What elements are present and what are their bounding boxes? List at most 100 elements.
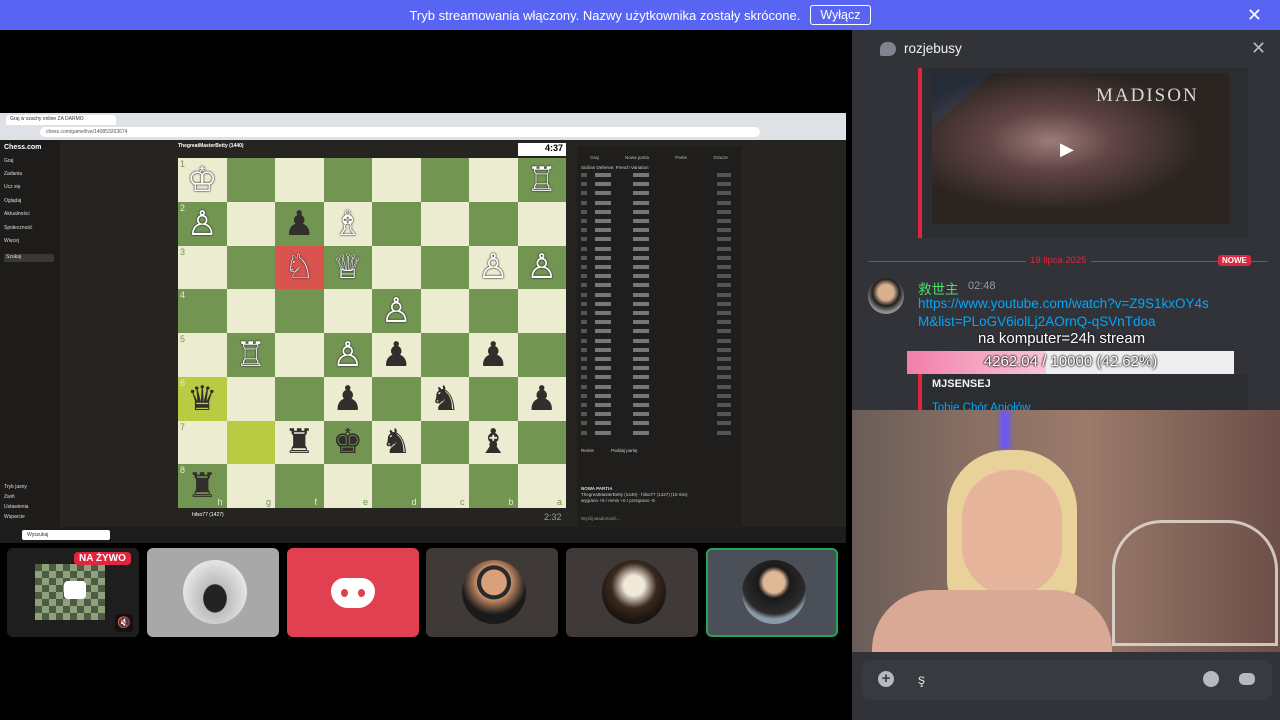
board-square[interactable] [178, 420, 227, 465]
board-square[interactable] [226, 245, 275, 290]
chess-piece[interactable]: ♟ [275, 202, 324, 246]
tile-car[interactable] [147, 548, 279, 637]
discord-logo-icon [331, 578, 375, 608]
move-row [581, 209, 731, 214]
tile-dog[interactable] [566, 548, 698, 637]
chess-piece[interactable]: ♙ [324, 333, 373, 377]
board-square[interactable] [178, 245, 227, 290]
board-square[interactable] [226, 201, 275, 246]
tile-leader-speaking[interactable] [706, 548, 838, 637]
rank-label: 6 [180, 377, 186, 388]
chess-piece[interactable]: ♘ [275, 246, 324, 290]
chess-piece[interactable]: ♚ [324, 421, 373, 465]
message-avatar[interactable] [868, 278, 904, 314]
chat-line: NOWA PARTIA [581, 486, 613, 491]
close-icon[interactable]: ✕ [1251, 38, 1266, 59]
board-square[interactable] [178, 333, 227, 377]
board-square[interactable] [226, 289, 275, 333]
move-row [581, 255, 731, 260]
chess-piece[interactable]: ♞ [372, 421, 421, 465]
board-square[interactable] [420, 158, 469, 202]
board-square[interactable] [372, 158, 421, 202]
embed-thumbnail[interactable]: MADISON ▶ [932, 73, 1229, 224]
board-square[interactable] [275, 289, 324, 333]
sidebar-search: Szukaj [4, 254, 54, 262]
chess-piece[interactable]: ♙ [469, 246, 518, 290]
message-timestamp: 02:48 [968, 280, 996, 292]
chess-piece[interactable]: ♜ [275, 421, 324, 465]
board-square[interactable] [517, 420, 566, 465]
board-square[interactable] [469, 289, 518, 333]
board-square[interactable] [275, 376, 324, 421]
webcam-overlay [852, 410, 1280, 652]
sidebar-bottom-item: Ustawienia [4, 504, 29, 510]
chess-piece[interactable]: ♟ [372, 333, 421, 377]
board-square[interactable] [178, 289, 227, 333]
rank-label: 5 [180, 334, 186, 344]
chess-board[interactable]: ♔ ♖ 1 ♙ ♟ ♗ 2 ♘ ♕ ♙ ♙ 3 ♙ 4 ♖ ♙ ♟ ♟ 5 ♛ ♟ ♞ ♟ 6 ♜ ♚ ♞ ♝ 7 ♜ 8 h g f e d c b a [178, 158, 566, 508]
rank-label: 2 [180, 202, 186, 213]
stream-overlay-title: na komputer=24h stream [978, 330, 1146, 347]
chess-piece[interactable]: ♖ [518, 158, 567, 202]
activities-icon[interactable] [1239, 673, 1255, 685]
chess-piece[interactable]: ♕ [324, 246, 373, 290]
board-square[interactable] [420, 201, 469, 246]
disable-streamer-mode-button[interactable]: Wyłącz [810, 5, 871, 25]
message-link[interactable]: https://www.youtube.com/watch?v=Z9S1kxOY… [918, 295, 1218, 330]
board-square[interactable] [469, 158, 518, 202]
move-row [581, 292, 731, 297]
chess-piece[interactable]: ♞ [421, 377, 470, 421]
board-square[interactable] [517, 201, 566, 246]
board-square[interactable] [372, 376, 421, 421]
chess-piece[interactable]: ♗ [324, 202, 373, 246]
board-square[interactable] [420, 420, 469, 465]
emoji-icon[interactable] [1203, 671, 1219, 687]
board-square[interactable] [372, 245, 421, 290]
tile-stream[interactable]: NA ŻYWO 🔇 [7, 548, 139, 637]
board-square[interactable] [275, 333, 324, 377]
chess-piece[interactable]: ♙ [372, 289, 421, 333]
board-square[interactable] [275, 158, 324, 202]
board-square[interactable] [323, 158, 372, 202]
board-square[interactable] [469, 376, 518, 421]
board-square[interactable] [323, 289, 372, 333]
file-label: a [557, 497, 563, 507]
chess-piece[interactable]: ♟ [324, 377, 373, 421]
tile-discord[interactable] [287, 548, 419, 637]
board-square[interactable] [420, 333, 469, 377]
rank-label: 7 [180, 421, 186, 432]
chess-piece[interactable]: ♟ [518, 377, 567, 421]
chess-piece[interactable]: ♙ [518, 246, 567, 290]
board-square[interactable] [420, 289, 469, 333]
message-input[interactable]: ş [918, 671, 925, 687]
channel-name: rozjebusy [904, 41, 962, 56]
move-row [581, 393, 731, 398]
move-row [581, 357, 731, 361]
shared-screen[interactable]: Graj w szachy online ZA DARMO chess.com/… [0, 113, 846, 543]
taskbar-search: Wyszukaj [22, 530, 110, 540]
board-square[interactable] [469, 201, 518, 246]
board-square[interactable] [517, 289, 566, 333]
move-row [581, 430, 731, 435]
play-icon[interactable]: ▶ [1060, 139, 1074, 160]
file-label: h [217, 497, 223, 507]
file-label: c [460, 497, 465, 507]
muted-speaker-icon[interactable]: 🔇 [115, 614, 133, 632]
board-square[interactable] [226, 420, 275, 465]
chess-piece[interactable]: ♟ [469, 333, 518, 377]
board-square[interactable] [226, 158, 275, 202]
board-square[interactable] [372, 201, 421, 246]
tile-sunglasses[interactable] [426, 548, 558, 637]
chess-piece[interactable]: ♛ [178, 377, 227, 421]
chess-piece[interactable]: ♙ [178, 202, 227, 246]
chess-piece[interactable]: ♔ [178, 158, 227, 202]
chess-piece[interactable]: ♖ [227, 333, 276, 377]
bed-frame [1112, 520, 1278, 646]
add-attachment-icon[interactable]: + [878, 671, 894, 687]
chess-piece[interactable]: ♝ [469, 421, 518, 465]
board-square[interactable] [420, 245, 469, 290]
leader-avatar [742, 560, 806, 624]
board-square[interactable] [226, 376, 275, 421]
board-square[interactable] [517, 333, 566, 377]
close-icon[interactable]: ✕ [1247, 5, 1262, 26]
